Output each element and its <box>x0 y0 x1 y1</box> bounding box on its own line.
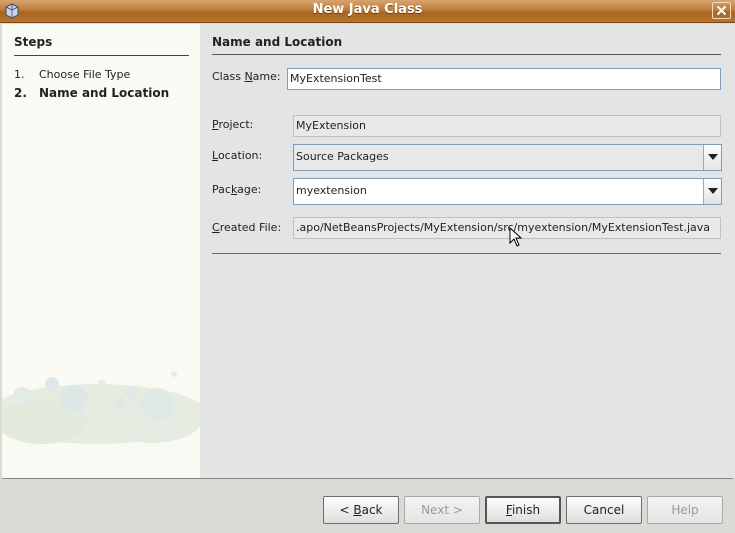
project-field: MyExtension <box>293 115 721 137</box>
mouse-pointer-icon <box>509 227 523 247</box>
label-mnemonic: N <box>244 70 253 83</box>
button-text: inish <box>511 503 541 517</box>
panel-title: Name and Location <box>212 35 343 49</box>
main-panel: Name and Location Class Name: MyExtensio… <box>200 24 735 478</box>
panel-bottom-divider <box>212 253 721 254</box>
window-title: New Java Class <box>312 2 423 17</box>
finish-button[interactable]: Finish <box>485 496 561 524</box>
step-label: Choose File Type <box>39 68 131 81</box>
button-text: ack <box>361 503 383 517</box>
location-value: Source Packages <box>296 150 389 163</box>
close-button[interactable] <box>712 2 731 19</box>
label-text: Class <box>212 70 245 83</box>
label-text: ame: <box>252 70 281 83</box>
step-number: 2. <box>14 86 27 100</box>
close-icon <box>716 5 727 16</box>
back-button[interactable]: < Back <box>323 496 399 524</box>
package-label: Package: <box>212 183 261 196</box>
step-label: Name and Location <box>39 86 170 100</box>
location-combobox[interactable]: Source Packages <box>293 144 722 171</box>
label-text: Pac <box>212 183 231 196</box>
help-button[interactable]: Help <box>647 496 723 524</box>
class-name-label: Class Name: <box>212 70 281 83</box>
step-item-name-and-location: 2. Name and Location <box>14 86 169 100</box>
step-number: 1. <box>14 68 25 81</box>
decorative-bubbles-image <box>2 371 200 444</box>
footer-divider <box>2 478 733 479</box>
next-button[interactable]: Next > <box>404 496 480 524</box>
location-label: Location: <box>212 149 262 162</box>
created-file-value: .apo/NetBeansProjects/MyExtension/src/my… <box>296 221 711 234</box>
label-text: ocation: <box>217 149 263 162</box>
label-mnemonic: C <box>212 221 220 234</box>
location-dropdown-button[interactable] <box>703 145 721 170</box>
label-text: roject: <box>218 118 254 131</box>
steps-divider <box>14 55 189 56</box>
window-titlebar[interactable]: New Java Class <box>0 0 735 23</box>
button-text: < <box>339 503 354 517</box>
package-combobox[interactable]: myextension <box>293 178 722 205</box>
step-item-choose-file-type: 1. Choose File Type <box>14 68 130 81</box>
created-file-field: .apo/NetBeansProjects/MyExtension/src/my… <box>293 217 721 239</box>
steps-panel: Steps 1. Choose File Type 2. Name and Loca… <box>2 24 200 478</box>
label-text: reated File: <box>219 221 282 234</box>
class-name-input[interactable]: MyExtensionTest <box>287 68 721 90</box>
project-label: Project: <box>212 118 253 131</box>
label-text: age: <box>237 183 262 196</box>
package-dropdown-button[interactable] <box>703 179 721 204</box>
package-input[interactable]: myextension <box>296 179 367 203</box>
button-mnemonic: B <box>353 503 362 517</box>
cancel-button[interactable]: Cancel <box>566 496 642 524</box>
panel-title-divider <box>212 54 721 55</box>
chevron-down-icon <box>708 154 718 160</box>
chevron-down-icon <box>708 188 718 194</box>
created-file-label: Created File: <box>212 221 281 234</box>
steps-heading: Steps <box>14 35 53 49</box>
